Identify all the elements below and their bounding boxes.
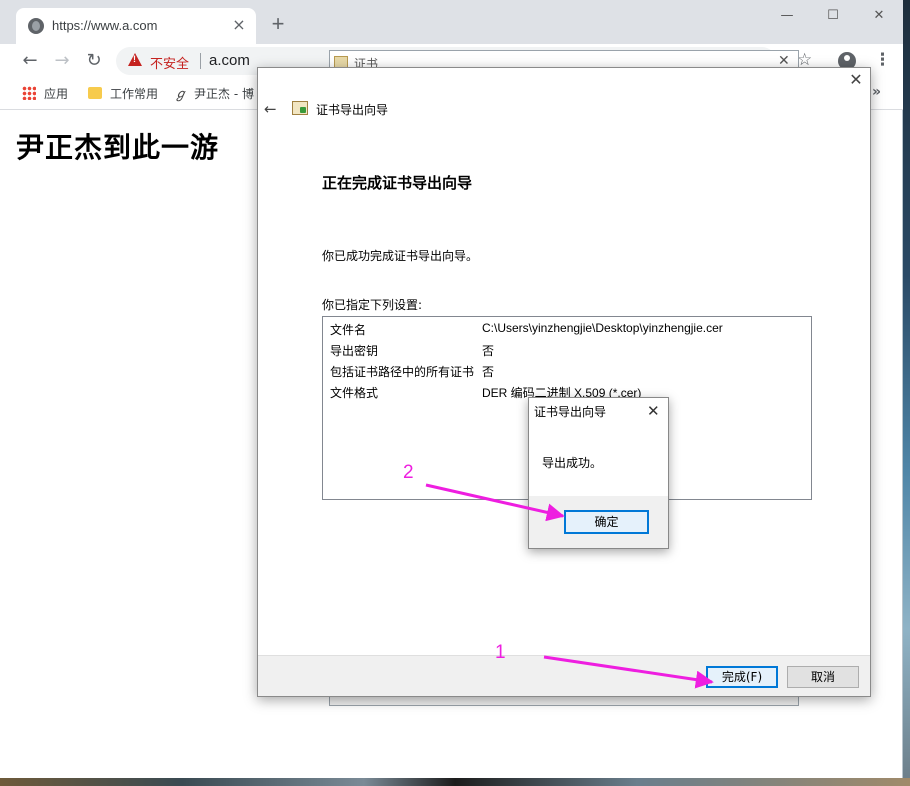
setting-name: 文件格式: [330, 386, 379, 400]
message-box-title: 证书导出向导: [534, 405, 607, 419]
page-title: 尹正杰到此一游: [16, 131, 220, 164]
certificate-export-icon: [292, 101, 308, 115]
bookmark-label: 工作常用: [110, 87, 159, 101]
message-box-footer: 确定: [529, 496, 668, 548]
minimize-button[interactable]: —: [764, 4, 810, 28]
bookmarks-overflow-button[interactable]: »: [872, 84, 881, 100]
wizard-success-text: 你已成功完成证书导出向导。: [322, 249, 479, 263]
close-icon[interactable]: ✕: [848, 72, 864, 88]
wizard-footer: 完成(F) 取消: [258, 655, 870, 696]
setting-value: 否: [482, 344, 495, 358]
wizard-settings-label: 你已指定下列设置:: [322, 298, 423, 312]
message-box-text: 导出成功。: [542, 456, 603, 470]
tab-close-icon[interactable]: ×: [230, 16, 248, 34]
omnibox-divider: [200, 53, 201, 69]
annotation-step-1: 1: [495, 642, 506, 663]
security-status[interactable]: 不安全: [150, 53, 189, 72]
setting-name: 文件名: [330, 323, 367, 337]
back-button[interactable]: ←: [18, 49, 42, 73]
export-wizard-dialog: ✕ ← 证书导出向导 正在完成证书导出向导 你已成功完成证书导出向导。 你已指定…: [257, 67, 871, 697]
maximize-button[interactable]: ☐: [810, 4, 856, 28]
new-tab-button[interactable]: +: [266, 13, 290, 37]
ok-button[interactable]: 确定: [564, 510, 649, 534]
setting-name: 导出密钥: [330, 344, 379, 358]
wizard-title: 证书导出向导: [316, 103, 389, 117]
folder-icon: [88, 87, 102, 99]
finish-button[interactable]: 完成(F): [706, 666, 778, 688]
browser-tab[interactable]: https://www.a.com ×: [16, 8, 256, 44]
back-arrow-icon[interactable]: ←: [264, 100, 277, 118]
setting-value: 否: [482, 365, 495, 379]
bookmark-apps[interactable]: 应用: [22, 86, 68, 102]
cancel-button[interactable]: 取消: [787, 666, 859, 688]
desktop-strip: [0, 778, 910, 786]
menu-icon[interactable]: ⋮: [874, 50, 891, 70]
setting-name: 包括证书路径中的所有证书: [330, 365, 475, 379]
close-window-button[interactable]: ✕: [856, 4, 902, 28]
warning-icon[interactable]: [128, 53, 142, 66]
forward-button[interactable]: →: [50, 49, 74, 73]
reload-button[interactable]: ↻: [82, 49, 106, 73]
title-bar: https://www.a.com × + — ☐ ✕: [0, 0, 903, 44]
tab-title: https://www.a.com: [52, 18, 158, 33]
bookmark-blog[interactable]: ℊ 尹正杰 - 博: [174, 86, 254, 102]
web-icon: ℊ: [174, 87, 188, 102]
url-text[interactable]: a.com: [209, 52, 250, 69]
setting-value: C:\Users\yinzhengjie\Desktop\yinzhengjie…: [482, 321, 723, 335]
bookmark-label: 尹正杰 - 博: [194, 87, 254, 101]
bookmark-work[interactable]: 工作常用: [88, 86, 158, 102]
export-success-dialog: 证书导出向导 ✕ 导出成功。 确定: [528, 397, 669, 549]
wizard-heading: 正在完成证书导出向导: [322, 174, 473, 192]
close-icon[interactable]: ✕: [647, 402, 660, 420]
apps-grid-icon: [22, 86, 36, 100]
globe-icon: [28, 18, 44, 34]
bookmark-label: 应用: [44, 87, 69, 101]
annotation-step-2: 2: [403, 462, 414, 483]
